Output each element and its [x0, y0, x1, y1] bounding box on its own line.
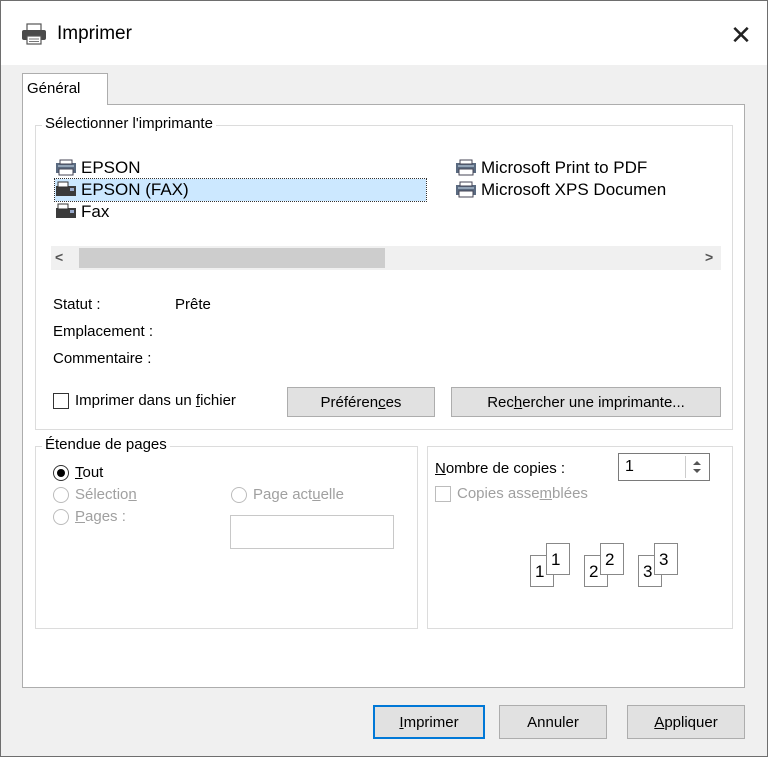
tab-general[interactable]: Général [22, 73, 108, 105]
printer-icon [21, 23, 47, 49]
location-label: Emplacement : [53, 323, 154, 340]
scroll-right-icon[interactable]: > [705, 249, 713, 265]
find-printer-button[interactable]: Rechercher une imprimante... [451, 387, 721, 417]
radio-current-page-button[interactable] [231, 486, 247, 503]
close-icon[interactable]: ✕ [723, 17, 759, 53]
tab-panel: Sélectionner l'imprimante EPSON EPSON (F… [22, 104, 745, 688]
collate-page-number: 1 [535, 562, 545, 581]
collate-illustration: 1 1 2 2 3 3 [530, 541, 700, 591]
printer-icon [55, 159, 77, 177]
collate-box[interactable] [435, 485, 451, 502]
fax-icon [55, 181, 77, 199]
collate-page-number: 3 [659, 550, 669, 569]
radio-all[interactable]: Tout [53, 464, 103, 481]
printer-item-ms-print-to-pdf[interactable]: Microsoft Print to PDF [455, 157, 647, 179]
preferences-button[interactable]: Préférences [287, 387, 435, 417]
radio-selection-button[interactable] [53, 486, 69, 503]
radio-pages[interactable]: Pages : [53, 508, 126, 525]
collate-page-number: 3 [643, 562, 653, 581]
printer-list[interactable]: EPSON EPSON (FAX) Fax Microsoft Print to… [54, 157, 705, 237]
fax-icon [55, 203, 77, 221]
page-range-legend: Étendue de pages [42, 436, 170, 453]
collate-checkbox[interactable]: Copies assemblées [435, 485, 588, 502]
title-bar: Imprimer ✕ [1, 1, 767, 65]
radio-pages-button[interactable] [53, 508, 69, 525]
status-value: Prête [175, 296, 211, 313]
printer-list-scrollbar[interactable]: < > [51, 246, 721, 270]
scroll-left-icon[interactable]: < [55, 249, 63, 265]
pages-input[interactable] [230, 515, 394, 549]
printer-item-fax[interactable]: Fax [55, 201, 109, 223]
collate-page-number: 1 [551, 550, 561, 569]
scrollbar-thumb[interactable] [79, 248, 385, 268]
radio-selection[interactable]: Sélection [53, 486, 137, 503]
status-label: Statut : [53, 296, 101, 313]
copies-count-label: Nombre de copies : [435, 460, 566, 477]
collate-page-number: 2 [605, 550, 615, 569]
print-to-file-checkbox[interactable]: Imprimer dans un fichier [53, 392, 236, 409]
radio-all-button[interactable] [53, 464, 69, 481]
select-printer-legend: Sélectionner l'imprimante [42, 115, 216, 132]
printer-item-epson-fax[interactable]: EPSON (FAX) [54, 178, 427, 202]
copies-spinner[interactable]: 1 [618, 453, 710, 481]
spin-updown-icon[interactable] [686, 456, 708, 478]
printer-icon [455, 159, 477, 177]
apply-button[interactable]: Appliquer [627, 705, 745, 739]
window-title: Imprimer [57, 23, 132, 44]
printer-item-ms-xps[interactable]: Microsoft XPS Documen [455, 179, 705, 201]
printer-icon [455, 181, 477, 199]
print-button[interactable]: Imprimer [373, 705, 485, 739]
copies-count-value: 1 [625, 458, 634, 475]
print-dialog: Imprimer ✕ Général Sélectionner l'imprim… [0, 0, 768, 757]
printer-item-epson[interactable]: EPSON [55, 157, 141, 179]
copies-stepper[interactable] [685, 456, 708, 478]
collate-page-number: 2 [589, 562, 599, 581]
radio-current-page[interactable]: Page actuelle [231, 486, 344, 503]
cancel-button[interactable]: Annuler [499, 705, 607, 739]
print-to-file-box[interactable] [53, 392, 69, 409]
comment-label: Commentaire : [53, 350, 152, 367]
